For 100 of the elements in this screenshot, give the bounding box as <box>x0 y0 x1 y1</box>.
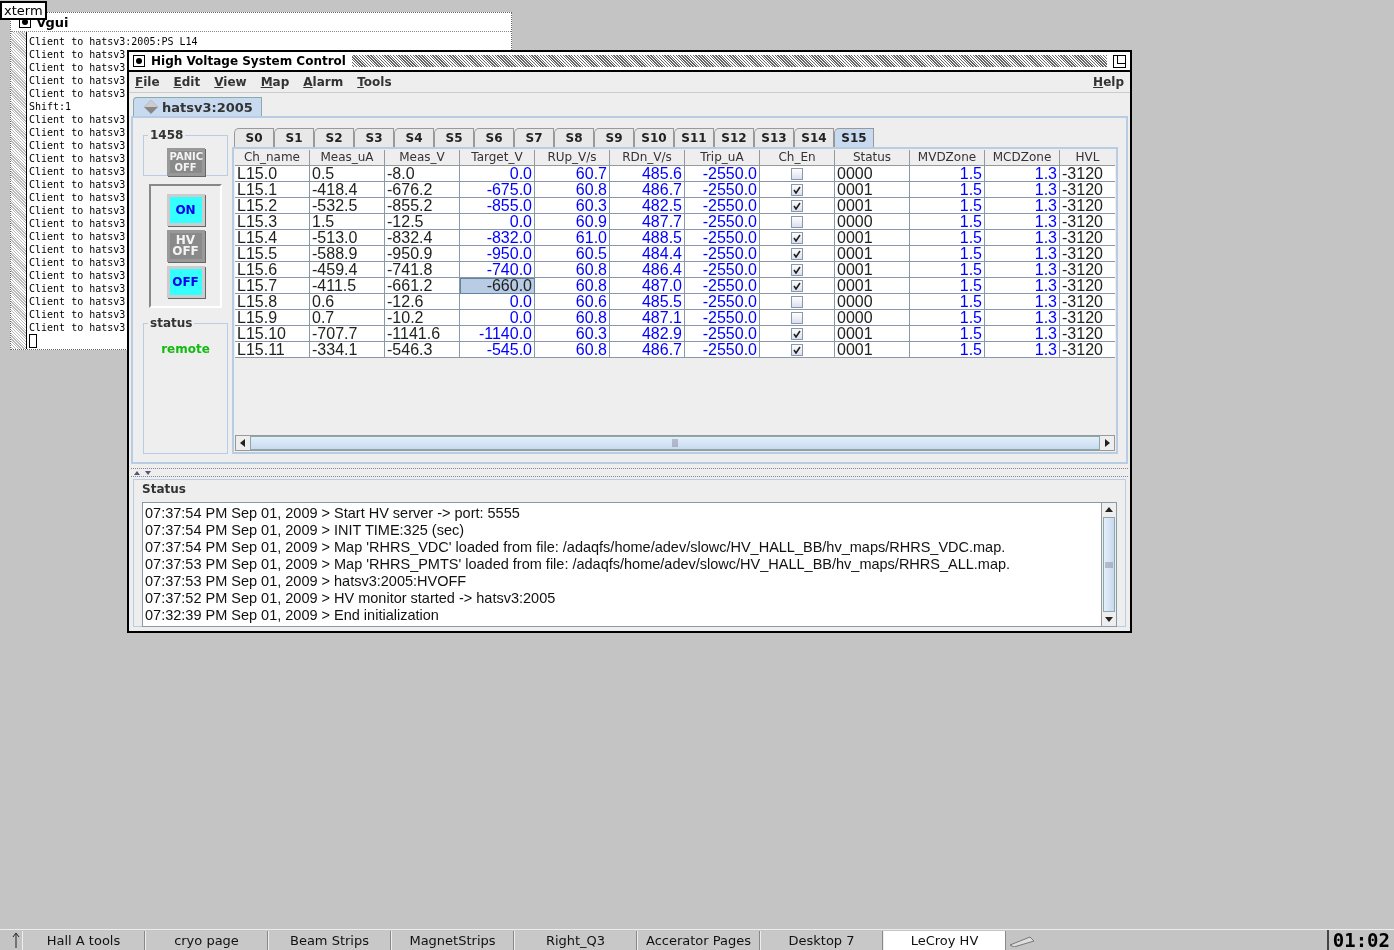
taskbar-item[interactable]: Right_Q3 <box>514 930 637 950</box>
menu-item[interactable]: View <box>214 75 247 89</box>
horizontal-scrollbar[interactable] <box>235 435 1115 451</box>
table-cell: 1.5 <box>910 294 985 310</box>
slot-tab[interactable]: S2 <box>314 128 354 147</box>
table-cell: -12.5 <box>385 214 460 230</box>
slot-tab[interactable]: S13 <box>754 128 794 147</box>
scroll-up-icon[interactable] <box>1105 506 1113 514</box>
table-cell: 1.3 <box>985 246 1060 262</box>
table-cell: 1.5 <box>910 310 985 326</box>
taskbar-item[interactable]: Beam Strips <box>268 930 391 950</box>
slot-tab[interactable]: S3 <box>354 128 394 147</box>
slot-tab[interactable]: S4 <box>394 128 434 147</box>
column-header[interactable]: RUp_V/s <box>535 150 610 166</box>
menu-item[interactable]: Help <box>1093 75 1124 89</box>
table-cell: -855.2 <box>385 198 460 214</box>
slot-tab[interactable]: S15 <box>834 128 874 147</box>
column-header[interactable]: Meas_uA <box>310 150 385 166</box>
checkbox[interactable] <box>791 231 803 244</box>
column-header[interactable]: Ch_name <box>235 150 310 166</box>
menu-item[interactable]: Map <box>260 75 290 89</box>
table-cell: -741.8 <box>385 262 460 278</box>
table-cell: -3120 <box>1060 278 1115 294</box>
slot-tab[interactable]: S6 <box>474 128 514 147</box>
power-button[interactable]: ON <box>166 194 205 226</box>
table-cell: 488.5 <box>610 230 685 246</box>
menu-item[interactable]: Tools <box>357 75 392 89</box>
slot-tab[interactable]: S10 <box>634 128 674 147</box>
column-header[interactable]: Ch_En <box>760 150 835 166</box>
table-cell: 0001 <box>835 278 910 294</box>
host-tab[interactable]: hatsv3:2005 <box>133 97 262 116</box>
table-cell: -588.9 <box>310 246 385 262</box>
checkbox[interactable] <box>791 295 803 308</box>
terminal-line: Client to hatsv3 <box>29 139 126 152</box>
checkbox[interactable] <box>791 327 803 340</box>
scroll-right-icon[interactable] <box>1103 439 1111 447</box>
checkbox[interactable] <box>791 263 803 276</box>
column-header[interactable]: Meas_V <box>385 150 460 166</box>
table-cell: 0000 <box>835 214 910 230</box>
slot-tab[interactable]: S12 <box>714 128 754 147</box>
vertical-scrollbar[interactable] <box>1101 503 1116 626</box>
checkbox[interactable] <box>791 279 803 292</box>
column-header[interactable]: Target_V <box>460 150 535 166</box>
checkbox[interactable] <box>791 247 803 260</box>
table-cell: 60.6 <box>535 294 610 310</box>
splitter[interactable] <box>131 468 1128 477</box>
table-cell: 0000 <box>835 294 910 310</box>
slot-tab[interactable]: S0 <box>234 128 274 147</box>
column-header[interactable]: RDn_V/s <box>610 150 685 166</box>
menu-item[interactable]: Alarm <box>303 75 344 89</box>
maximize-icon[interactable] <box>1113 54 1126 68</box>
slot-tab[interactable]: S9 <box>594 128 634 147</box>
table-cell: 0001 <box>835 262 910 278</box>
menu-item[interactable]: Edit <box>173 75 201 89</box>
slot-tab[interactable]: S8 <box>554 128 594 147</box>
column-header[interactable]: Status <box>835 150 910 166</box>
checkbox[interactable] <box>791 343 803 356</box>
terminal-line: Client to hatsv3 <box>29 230 126 243</box>
text-cursor <box>29 334 37 348</box>
taskbar-item[interactable]: Desktop 7 <box>760 930 883 950</box>
collapse-arrows-icon[interactable] <box>133 469 153 476</box>
taskbar-item[interactable]: cryo page <box>145 930 268 950</box>
table-cell: -1140.0 <box>460 326 535 342</box>
menu-item[interactable]: File <box>135 75 160 89</box>
log-line: 07:37:53 PM Sep 01, 2009 > hatsv3:2005:HVOFF <box>145 573 467 590</box>
table-cell: 1.5 <box>910 166 985 182</box>
table-cell: -3120 <box>1060 246 1115 262</box>
column-header[interactable]: MCDZone <box>985 150 1060 166</box>
window-label: xterm <box>0 1 47 20</box>
checkbox[interactable] <box>791 311 803 324</box>
table-cell: 60.8 <box>535 278 610 294</box>
checkbox[interactable] <box>791 215 803 228</box>
checkbox[interactable] <box>791 167 803 180</box>
taskbar-item[interactable]: LeCroy HV <box>883 930 1006 950</box>
table-cell: 0001 <box>835 230 910 246</box>
table-cell: 1.5 <box>910 342 985 358</box>
taskbar-item[interactable]: MagnetStrips <box>391 930 514 950</box>
checkbox[interactable] <box>791 199 803 212</box>
window-menu-icon[interactable] <box>133 55 145 67</box>
checkbox[interactable] <box>791 183 803 196</box>
slot-tab[interactable]: S11 <box>674 128 714 147</box>
power-button[interactable]: OFF <box>166 266 205 298</box>
slot-tab[interactable]: S1 <box>274 128 314 147</box>
slot-tab[interactable]: S7 <box>514 128 554 147</box>
table-cell: 482.5 <box>610 198 685 214</box>
scroll-down-icon[interactable] <box>1105 615 1113 623</box>
table-cell: -660.0 <box>460 278 535 294</box>
column-header[interactable]: MVDZone <box>910 150 985 166</box>
slot-tab[interactable]: S5 <box>434 128 474 147</box>
column-header[interactable]: Trip_uA <box>685 150 760 166</box>
column-header[interactable]: HVL <box>1060 150 1115 166</box>
slot-tab[interactable]: S14 <box>794 128 834 147</box>
taskbar-item[interactable]: Accerator Pages <box>637 930 760 950</box>
taskbar-item[interactable]: Hall A tools <box>22 930 145 950</box>
scroll-left-icon[interactable] <box>239 439 247 447</box>
scrollbar[interactable] <box>11 32 27 349</box>
table-cell: 486.4 <box>610 262 685 278</box>
table-cell: -832.0 <box>460 230 535 246</box>
table-cell: 1.5 <box>310 214 385 230</box>
table-cell: 60.3 <box>535 326 610 342</box>
